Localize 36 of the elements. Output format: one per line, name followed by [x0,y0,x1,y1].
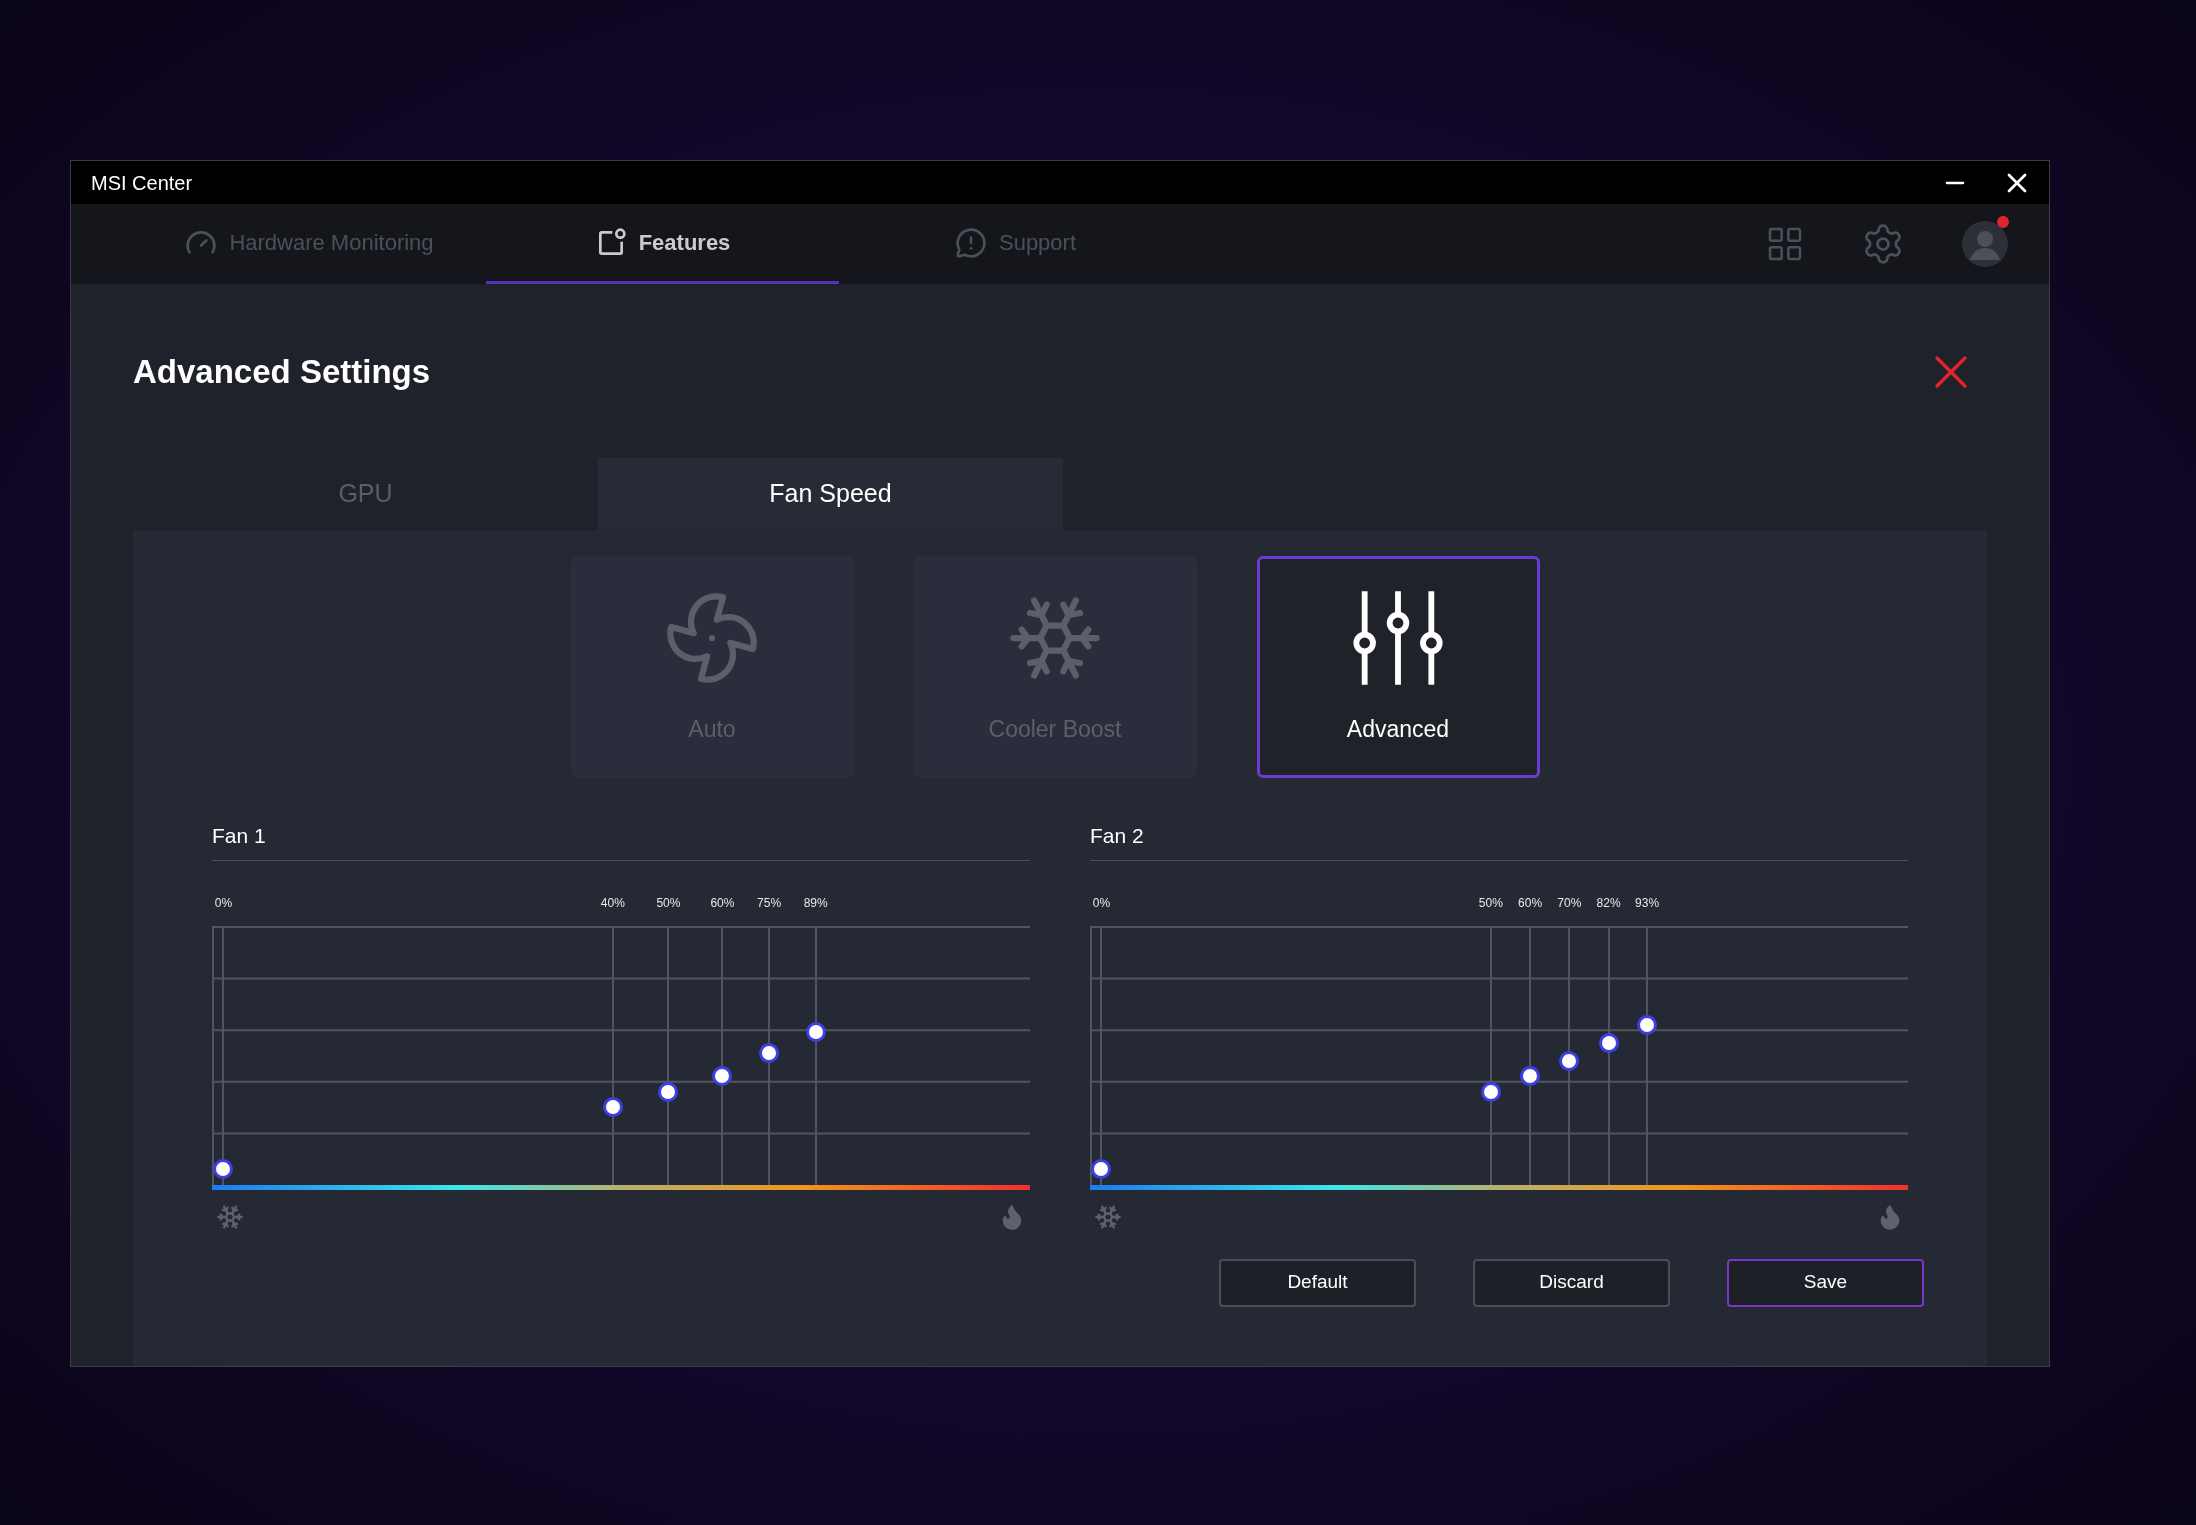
percent-label: 60% [1518,895,1543,910]
percent-label: 75% [757,895,782,910]
snowflake-icon [216,1202,244,1231]
curve-point[interactable] [1480,1081,1501,1102]
curve-point[interactable] [658,1081,679,1102]
avatar-icon[interactable] [1961,220,2009,268]
curve-point[interactable] [1520,1066,1541,1087]
percent-label: 82% [1596,895,1621,910]
mode-card[interactable]: Advanced [1256,556,1540,778]
percent-label: 50% [1478,895,1503,910]
curve-point[interactable] [805,1022,826,1043]
curve-point[interactable] [1637,1014,1658,1035]
action-button[interactable]: Discard [1473,1258,1670,1307]
percent-label: 89% [803,895,828,910]
curve-point[interactable] [712,1066,733,1087]
action-button[interactable]: Default [1219,1258,1416,1307]
curve-point[interactable] [1598,1032,1619,1053]
percent-label: 60% [710,895,735,910]
curve-point[interactable] [1091,1159,1112,1180]
settings-tab[interactable]: Fan Speed [598,458,1063,530]
curve-point[interactable] [602,1097,623,1118]
percent-label: 0% [214,895,233,910]
percent-label: 40% [600,895,625,910]
curve-point[interactable] [213,1159,234,1180]
percent-label: 50% [656,895,681,910]
window-title: MSI Center [91,170,193,196]
percent-label: 70% [1557,895,1582,910]
curve-point[interactable] [1559,1050,1580,1071]
nav-tab[interactable]: Features [486,204,839,284]
curve-point[interactable] [759,1042,780,1063]
action-button[interactable]: Save [1727,1258,1924,1307]
percent-label: 93% [1635,895,1660,910]
snowflake-icon [1094,1202,1122,1231]
percent-label: 0% [1092,895,1111,910]
page-title: Advanced Settings [133,352,431,393]
support-icon [954,226,987,259]
